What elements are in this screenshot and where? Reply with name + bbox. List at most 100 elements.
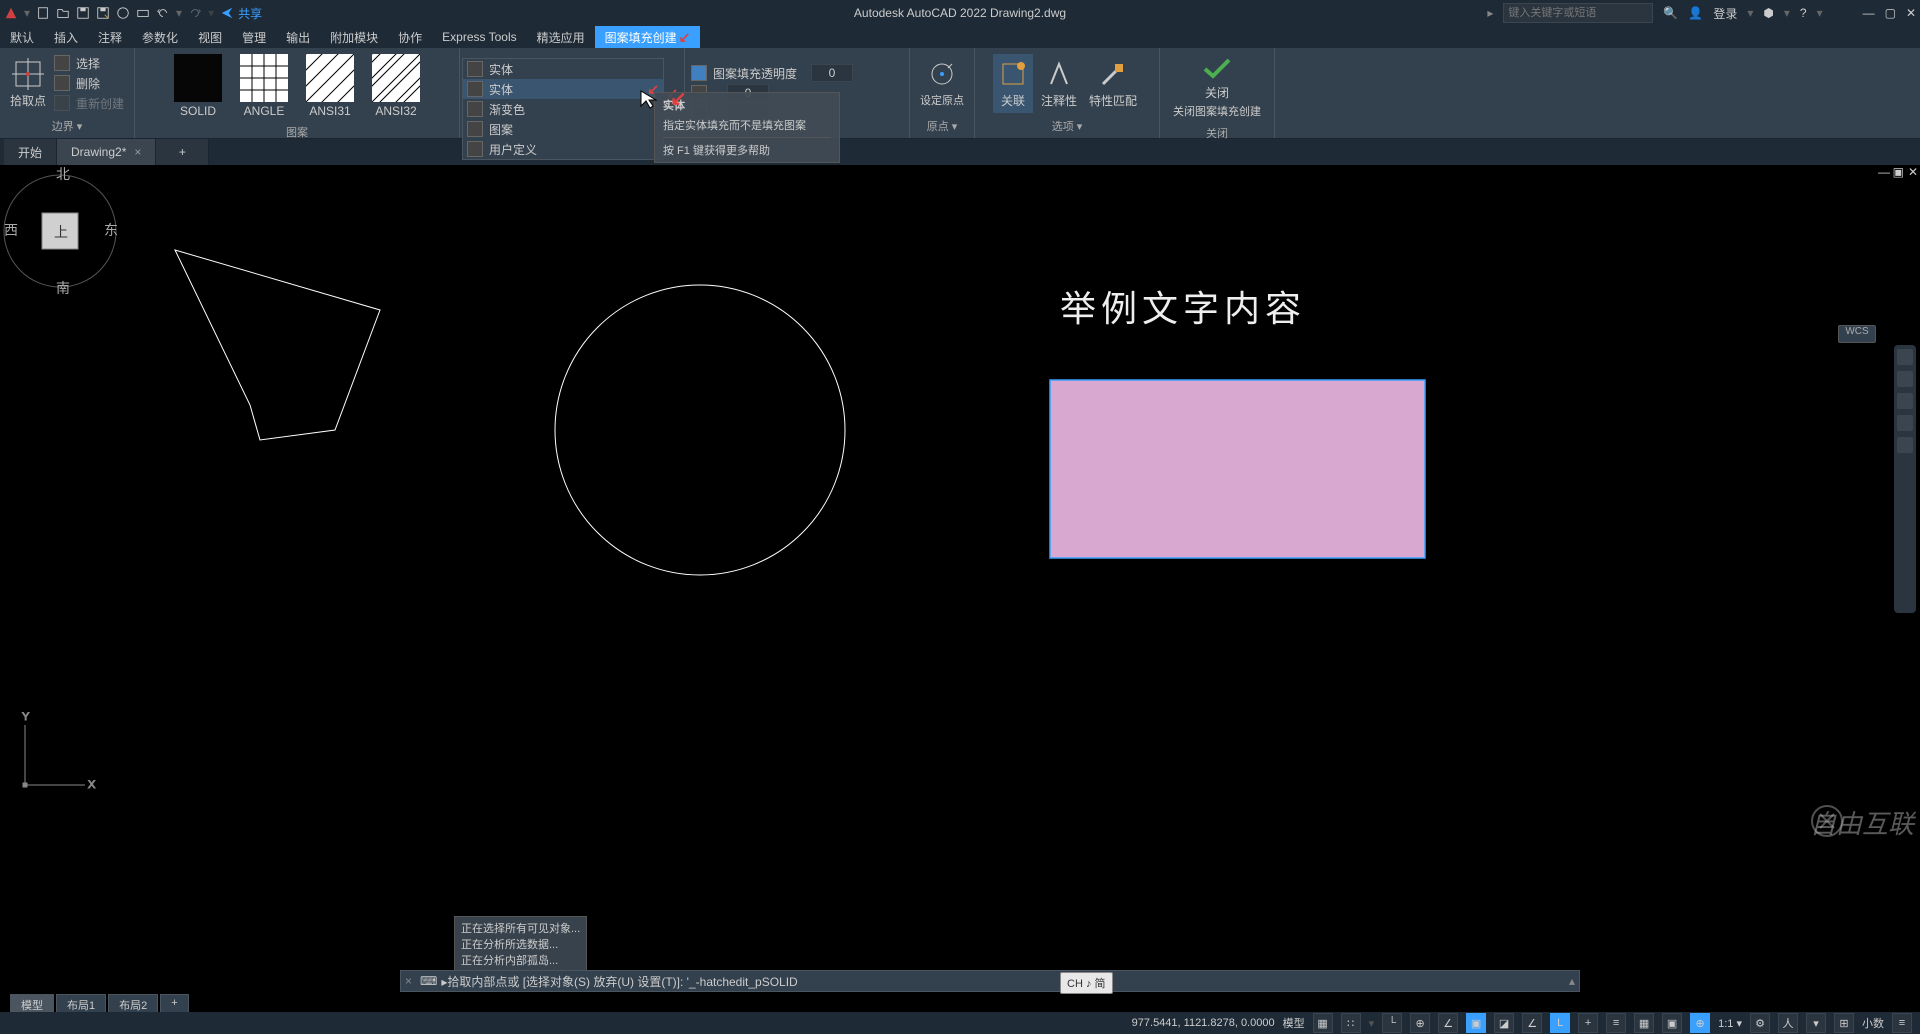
- window-maximize-button[interactable]: ▢: [1885, 6, 1896, 20]
- status-coords: 977.5441, 1121.8278, 0.0000: [1132, 1017, 1275, 1029]
- selection-cycling-icon[interactable]: ▣: [1662, 1013, 1682, 1033]
- lineweight-icon[interactable]: ≡: [1606, 1013, 1626, 1033]
- panel-origin-label[interactable]: 原点 ▾: [912, 116, 972, 136]
- pick-point-button[interactable]: 拾取点: [6, 54, 50, 113]
- wcs-label[interactable]: WCS: [1838, 325, 1876, 343]
- undo-icon[interactable]: [156, 6, 170, 20]
- ortho-toggle-icon[interactable]: └: [1382, 1013, 1402, 1033]
- type-item-1[interactable]: 实体↙: [463, 79, 663, 99]
- menu-插入[interactable]: 插入: [44, 26, 88, 48]
- customize-icon[interactable]: ≡: [1892, 1013, 1912, 1033]
- transparency-icon[interactable]: ▦: [1634, 1013, 1654, 1033]
- steering-wheel-icon[interactable]: [1897, 349, 1913, 365]
- gear-icon[interactable]: ⚙: [1750, 1013, 1770, 1033]
- cmdline-text: ▸拾取内部点或 [选择对象(S) 放弃(U) 设置(T)]: '_-hatche…: [441, 973, 797, 990]
- dyninput-icon[interactable]: +: [1578, 1013, 1598, 1033]
- exchange-icon[interactable]: ⬢: [1763, 6, 1773, 20]
- close-hatch-button[interactable]: 关闭 关闭图案填充创建: [1169, 50, 1265, 123]
- save-icon[interactable]: [76, 6, 90, 20]
- command-line[interactable]: × ⌨ ▸拾取内部点或 [选择对象(S) 放弃(U) 设置(T)]: '_-ha…: [400, 970, 1580, 992]
- swatch-ANSI31[interactable]: ANSI31: [302, 50, 358, 122]
- app-title: Autodesk AutoCAD 2022 Drawing2.dwg: [854, 6, 1066, 20]
- type-item-2[interactable]: 渐变色: [463, 99, 663, 119]
- rectangle-hatch[interactable]: [1050, 380, 1425, 558]
- cmdline-close-icon[interactable]: ×: [405, 974, 412, 988]
- pan-icon[interactable]: [1897, 371, 1913, 387]
- menu-注释[interactable]: 注释: [88, 26, 132, 48]
- menu-管理[interactable]: 管理: [232, 26, 276, 48]
- otrack-icon[interactable]: ∠: [1522, 1013, 1542, 1033]
- menu-参数化[interactable]: 参数化: [132, 26, 188, 48]
- menu-附加模块[interactable]: 附加模块: [320, 26, 388, 48]
- panel-boundary-label[interactable]: 边界 ▾: [2, 116, 132, 136]
- workspace-icon[interactable]: ▾: [1806, 1013, 1826, 1033]
- 3dosnap-icon[interactable]: ◪: [1494, 1013, 1514, 1033]
- panel-options-label[interactable]: 选项 ▾: [977, 116, 1157, 136]
- menu-Express Tools[interactable]: Express Tools: [432, 26, 526, 48]
- showmotion-icon[interactable]: [1897, 437, 1913, 453]
- navigation-bar[interactable]: [1894, 345, 1916, 613]
- type-item-0[interactable]: 实体: [463, 59, 663, 79]
- zoom-icon[interactable]: [1897, 393, 1913, 409]
- annotative-button[interactable]: 注释性: [1037, 54, 1081, 113]
- circle-shape[interactable]: [555, 285, 845, 575]
- polygon-shape[interactable]: [175, 250, 380, 440]
- window-close-button[interactable]: ✕: [1906, 6, 1916, 20]
- polar-toggle-icon[interactable]: ⊕: [1410, 1013, 1430, 1033]
- associative-button[interactable]: 关联: [993, 54, 1033, 113]
- window-minimize-button[interactable]: —: [1863, 6, 1875, 20]
- new-icon[interactable]: [36, 6, 50, 20]
- ime-indicator[interactable]: CH ♪ 简: [1060, 972, 1113, 994]
- view-cube[interactable]: 北 南 西 东 上: [0, 165, 120, 297]
- tab-drawing2[interactable]: Drawing2*×: [57, 139, 156, 165]
- search-icon[interactable]: 🔍: [1663, 6, 1678, 20]
- plot-icon[interactable]: [136, 6, 150, 20]
- search-input[interactable]: [1503, 3, 1653, 23]
- annotation-monitor-icon[interactable]: ⊕: [1690, 1013, 1710, 1033]
- menu-协作[interactable]: 协作: [388, 26, 432, 48]
- redo-icon[interactable]: [188, 6, 202, 20]
- menu-图案填充创建[interactable]: 图案填充创建↙: [595, 26, 701, 48]
- osnap-toggle-icon[interactable]: ▣: [1466, 1013, 1486, 1033]
- open-icon[interactable]: [56, 6, 70, 20]
- menu-输出[interactable]: 输出: [276, 26, 320, 48]
- match-props-button[interactable]: 特性匹配: [1085, 54, 1141, 113]
- tab-start[interactable]: 开始: [4, 139, 57, 165]
- grid-toggle-icon[interactable]: ▦: [1313, 1013, 1333, 1033]
- isodraft-icon[interactable]: ∠: [1438, 1013, 1458, 1033]
- status-scale[interactable]: 1:1 ▾: [1718, 1017, 1742, 1030]
- annoscale-icon[interactable]: 人: [1778, 1013, 1798, 1033]
- menu-视图[interactable]: 视图: [188, 26, 232, 48]
- user-icon[interactable]: 👤: [1688, 6, 1703, 20]
- swatch-ANGLE[interactable]: ANGLE: [236, 50, 292, 122]
- sample-text[interactable]: 举例文字内容: [1060, 280, 1306, 332]
- share-button[interactable]: 共享: [220, 5, 262, 22]
- web-icon[interactable]: [116, 6, 130, 20]
- type-item-3[interactable]: 图案: [463, 119, 663, 139]
- pick-point-label: 拾取点: [10, 92, 46, 109]
- command-history: 正在选择所有可见对象...正在分析所选数据...正在分析内部孤岛...: [454, 916, 587, 972]
- status-decimal[interactable]: 小数: [1862, 1015, 1884, 1031]
- menu-默认[interactable]: 默认: [0, 26, 44, 48]
- menu-精选应用[interactable]: 精选应用: [527, 26, 595, 48]
- swatch-SOLID[interactable]: SOLID: [170, 50, 226, 122]
- saveas-icon[interactable]: [96, 6, 110, 20]
- login-label[interactable]: 登录: [1713, 5, 1737, 22]
- transparency-row[interactable]: 图案填充透明度0: [687, 63, 907, 83]
- units-icon[interactable]: ⊞: [1834, 1013, 1854, 1033]
- status-model[interactable]: 模型: [1283, 1015, 1305, 1031]
- orbit-icon[interactable]: [1897, 415, 1913, 431]
- close-tab-icon[interactable]: ×: [134, 145, 141, 159]
- select-button[interactable]: 选择: [50, 53, 128, 73]
- cmdline-expand-icon[interactable]: ▴: [1569, 974, 1575, 988]
- tab-add[interactable]: +: [156, 139, 209, 165]
- delete-button[interactable]: 删除: [50, 73, 128, 93]
- dynucs-icon[interactable]: L: [1550, 1013, 1570, 1033]
- recreate-button[interactable]: 重新创建: [50, 93, 128, 113]
- type-item-4[interactable]: 用户定义: [463, 139, 663, 159]
- snap-toggle-icon[interactable]: ∷: [1341, 1013, 1361, 1033]
- help-icon[interactable]: ?: [1800, 6, 1807, 20]
- panel-close-label: 关闭: [1162, 123, 1272, 143]
- set-origin-button[interactable]: 设定原点: [916, 54, 968, 112]
- swatch-ANSI32[interactable]: ANSI32: [368, 50, 424, 122]
